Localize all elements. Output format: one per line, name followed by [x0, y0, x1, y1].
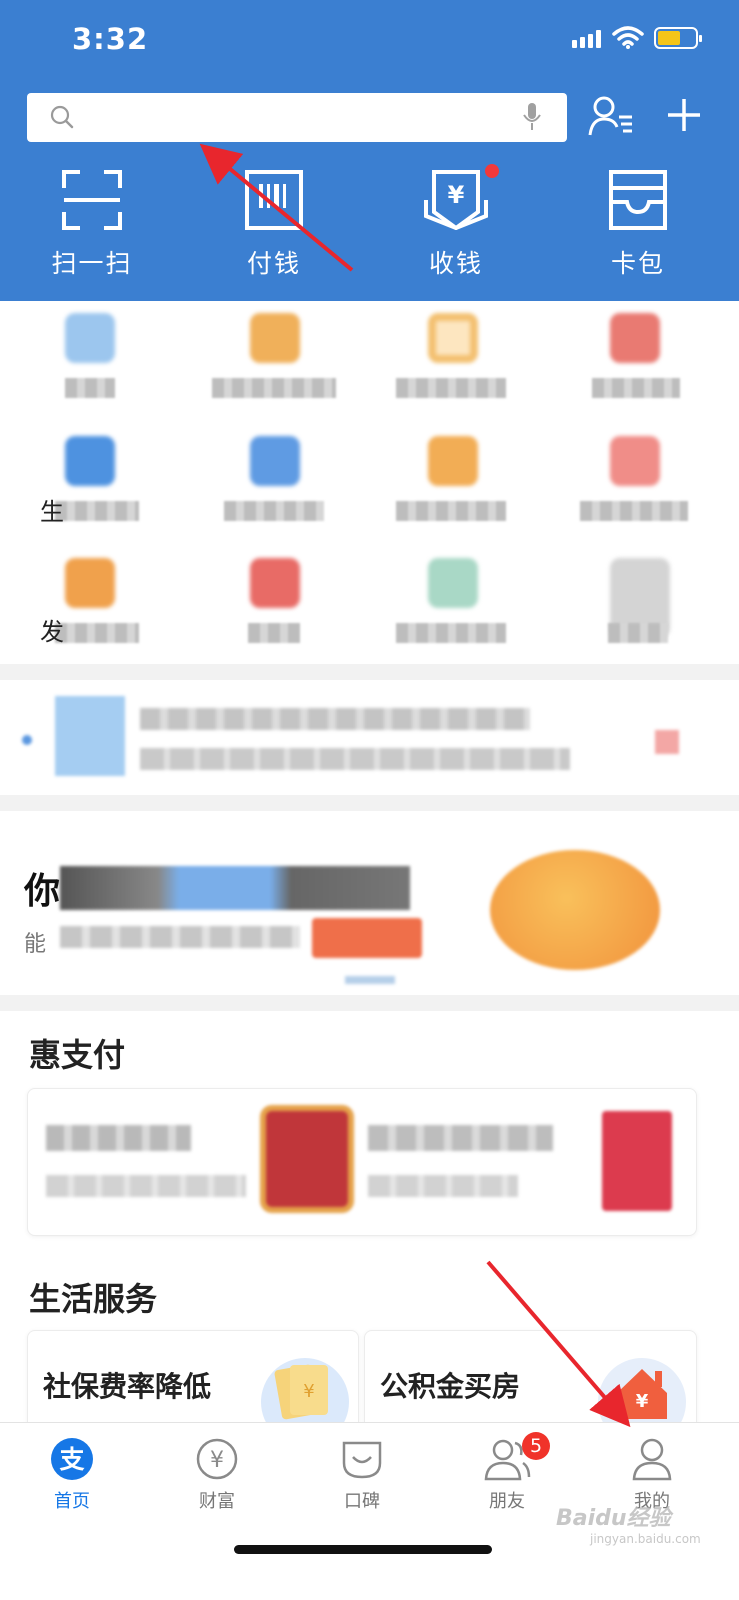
search-input[interactable] — [85, 101, 515, 134]
grid-app[interactable] — [15, 436, 165, 546]
tab-label: 口碑 — [344, 1491, 380, 1512]
app-icon — [428, 558, 478, 608]
section-divider — [0, 664, 739, 680]
grid-app[interactable] — [560, 436, 710, 546]
grid-app[interactable] — [200, 436, 350, 546]
koubei-icon — [342, 1441, 382, 1479]
tab-label: 首页 — [54, 1491, 90, 1512]
profile-icon — [632, 1438, 672, 1481]
plus-icon[interactable] — [664, 95, 704, 135]
notification-dot — [483, 162, 501, 180]
housing-fund-icon: ¥ — [598, 1358, 686, 1427]
status-bar: 3:32 — [0, 0, 739, 80]
quick-action-label: 卡包 — [610, 249, 665, 278]
app-icon — [428, 436, 478, 486]
grid-label-fragment: 发 — [40, 618, 64, 646]
status-time: 3:32 — [72, 22, 149, 56]
cellular-signal-icon — [572, 30, 601, 48]
grid-app[interactable] — [200, 558, 350, 668]
microphone-icon[interactable] — [523, 103, 541, 131]
grid-app[interactable] — [15, 558, 165, 668]
quick-action-label: 付钱 — [246, 249, 301, 278]
section-divider — [0, 995, 739, 1011]
home-indicator[interactable] — [234, 1545, 492, 1554]
section-divider — [0, 795, 739, 811]
grid-app[interactable] — [378, 558, 528, 668]
wealth-yen-icon: ¥ — [196, 1438, 238, 1480]
app-icon — [65, 436, 115, 486]
app-icon — [250, 436, 300, 486]
svg-text:¥: ¥ — [303, 1381, 314, 1402]
contacts-icon[interactable] — [588, 95, 634, 137]
tab-label: 朋友 — [489, 1491, 525, 1512]
tab-home[interactable]: 支 首页 — [22, 1437, 122, 1513]
hui-pay-card[interactable] — [27, 1088, 697, 1236]
carousel-dots — [345, 976, 395, 984]
svg-text:¥: ¥ — [448, 181, 465, 209]
section-title-hui-pay: 惠支付 — [29, 1036, 126, 1074]
battery-icon — [654, 27, 702, 49]
grid-app[interactable] — [15, 313, 165, 423]
app-icon — [428, 313, 478, 363]
notice-icon — [55, 696, 125, 776]
app-icon — [610, 313, 660, 363]
quick-action-label: 扫一扫 — [51, 249, 133, 278]
watermark: Baidu经验 jingyan.baidu.com — [556, 1500, 701, 1546]
social-security-icon: ¥ — [261, 1358, 349, 1427]
grid-app[interactable] — [560, 313, 710, 423]
grid-app[interactable] — [200, 313, 350, 423]
grid-app[interactable] — [560, 558, 710, 668]
watermark-sub: jingyan.baidu.com — [590, 1532, 701, 1546]
app-icon — [65, 313, 115, 363]
offer-image — [602, 1111, 672, 1211]
alipay-home-icon: 支 — [51, 1438, 93, 1480]
promo-title-fragment: 你 — [24, 871, 61, 912]
wifi-icon — [612, 26, 644, 49]
app-icon — [250, 313, 300, 363]
quick-action-receive[interactable]: ¥ 收钱 — [386, 170, 526, 280]
quick-action-scan[interactable]: 扫一扫 — [22, 170, 162, 280]
life-service-title: 社保费率降低 — [43, 1370, 212, 1403]
offer-image — [266, 1111, 348, 1207]
promo-image — [490, 850, 660, 970]
app-icon — [250, 558, 300, 608]
watermark-text: Baidu经验 — [556, 1506, 671, 1531]
grid-app[interactable] — [378, 313, 528, 423]
search-bar[interactable] — [27, 93, 567, 142]
tab-wealth[interactable]: ¥ 财富 — [167, 1437, 267, 1513]
section-title-life-services: 生活服务 — [29, 1280, 158, 1318]
promo-button[interactable] — [312, 918, 422, 958]
svg-text:支: 支 — [59, 1445, 84, 1474]
friends-badge: 5 — [522, 1432, 550, 1460]
life-service-title: 公积金买房 — [380, 1370, 521, 1403]
scan-icon — [62, 170, 122, 230]
quick-action-pay[interactable]: 付钱 — [204, 170, 344, 280]
card-wallet-icon — [609, 170, 667, 230]
svg-text:¥: ¥ — [636, 1391, 649, 1412]
promo-subtitle-fragment: 能 — [24, 932, 47, 957]
receive-money-icon: ¥ — [424, 170, 488, 230]
search-icon — [50, 105, 74, 129]
barcode-pay-icon — [245, 170, 303, 230]
grid-label-fragment: 生 — [40, 498, 64, 526]
tab-koubei[interactable]: 口碑 — [312, 1437, 412, 1513]
svg-text:¥: ¥ — [210, 1448, 224, 1473]
quick-action-label: 收钱 — [428, 249, 483, 278]
grid-app[interactable] — [378, 436, 528, 546]
quick-action-cards[interactable]: 卡包 — [568, 170, 708, 280]
app-header: 3:32 扫一扫 付钱 ¥ 收钱 卡包 — [0, 0, 739, 301]
tab-label: 财富 — [199, 1491, 235, 1512]
app-icon — [610, 436, 660, 486]
app-icon — [65, 558, 115, 608]
